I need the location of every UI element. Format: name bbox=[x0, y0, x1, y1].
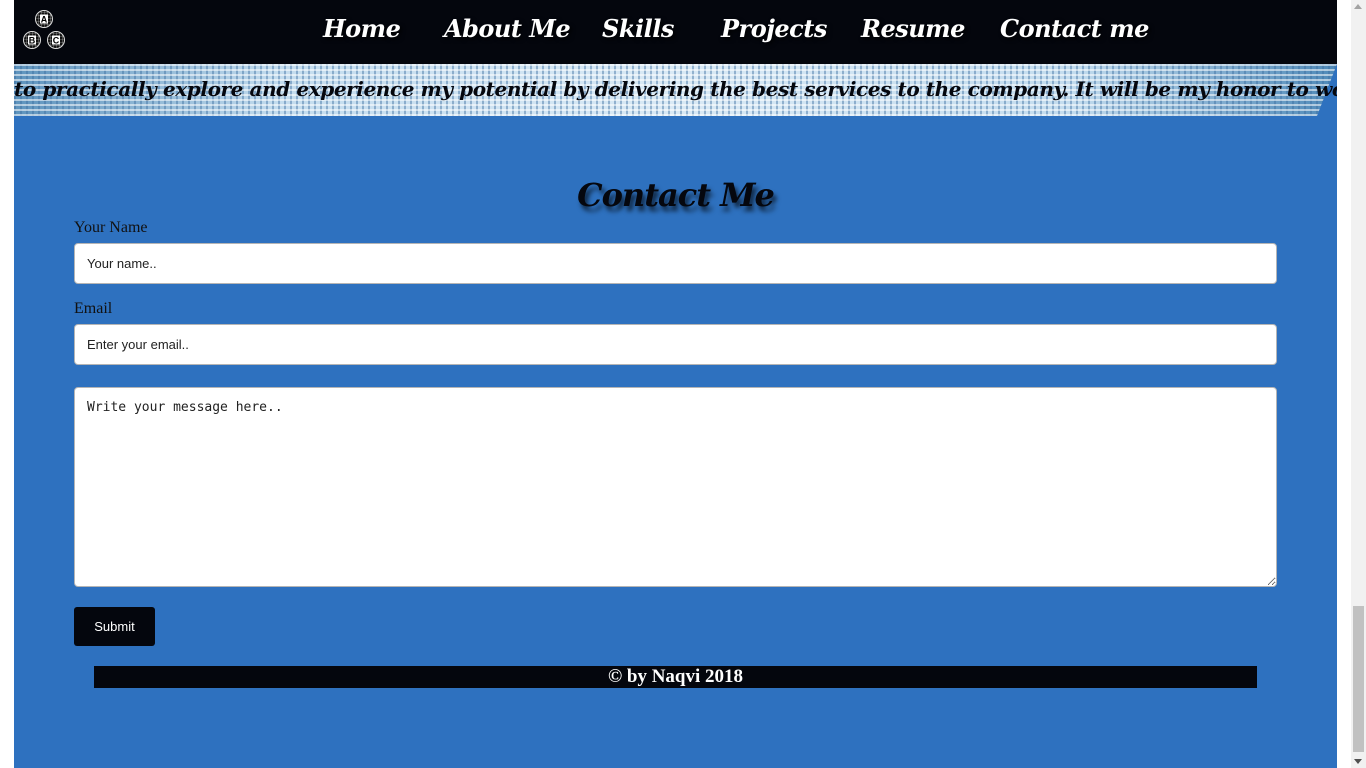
logo-letter-c: C bbox=[53, 36, 60, 46]
nav-item-about-me[interactable]: About Me bbox=[444, 14, 571, 43]
name-label: Your Name bbox=[74, 219, 148, 236]
scroll-down-arrow-icon[interactable] bbox=[1354, 759, 1362, 764]
logo-letter-b: B bbox=[29, 36, 36, 46]
email-label: Email bbox=[74, 300, 113, 317]
footer-copyright: © by Naqvi 2018 bbox=[94, 666, 1257, 688]
submit-button[interactable]: Submit bbox=[74, 607, 155, 646]
nav-item-contact-me[interactable]: Contact me bbox=[1000, 14, 1149, 43]
nav-item-skills[interactable]: Skills bbox=[602, 14, 674, 43]
nav-item-home[interactable]: Home bbox=[323, 14, 401, 43]
nav-item-projects[interactable]: Projects bbox=[721, 14, 827, 43]
banner-strip: to practically explore and experience my… bbox=[14, 64, 1337, 116]
navbar: A B C Home About Me Skills Projects Resu… bbox=[14, 0, 1337, 64]
contact-title: Contact Me bbox=[577, 176, 775, 214]
message-textarea[interactable] bbox=[74, 387, 1277, 587]
logo-icon[interactable]: A B C bbox=[20, 9, 68, 51]
nav-item-resume[interactable]: Resume bbox=[861, 14, 965, 43]
name-input[interactable] bbox=[74, 243, 1277, 284]
logo-letter-a: A bbox=[41, 15, 48, 25]
page-container: A B C Home About Me Skills Projects Resu… bbox=[14, 0, 1337, 768]
email-input[interactable] bbox=[74, 324, 1277, 365]
banner-text: to practically explore and experience my… bbox=[14, 77, 1337, 101]
scroll-up-arrow-icon[interactable] bbox=[1354, 4, 1362, 9]
scroll-thumb[interactable] bbox=[1353, 606, 1364, 752]
vertical-scrollbar[interactable] bbox=[1351, 0, 1366, 768]
